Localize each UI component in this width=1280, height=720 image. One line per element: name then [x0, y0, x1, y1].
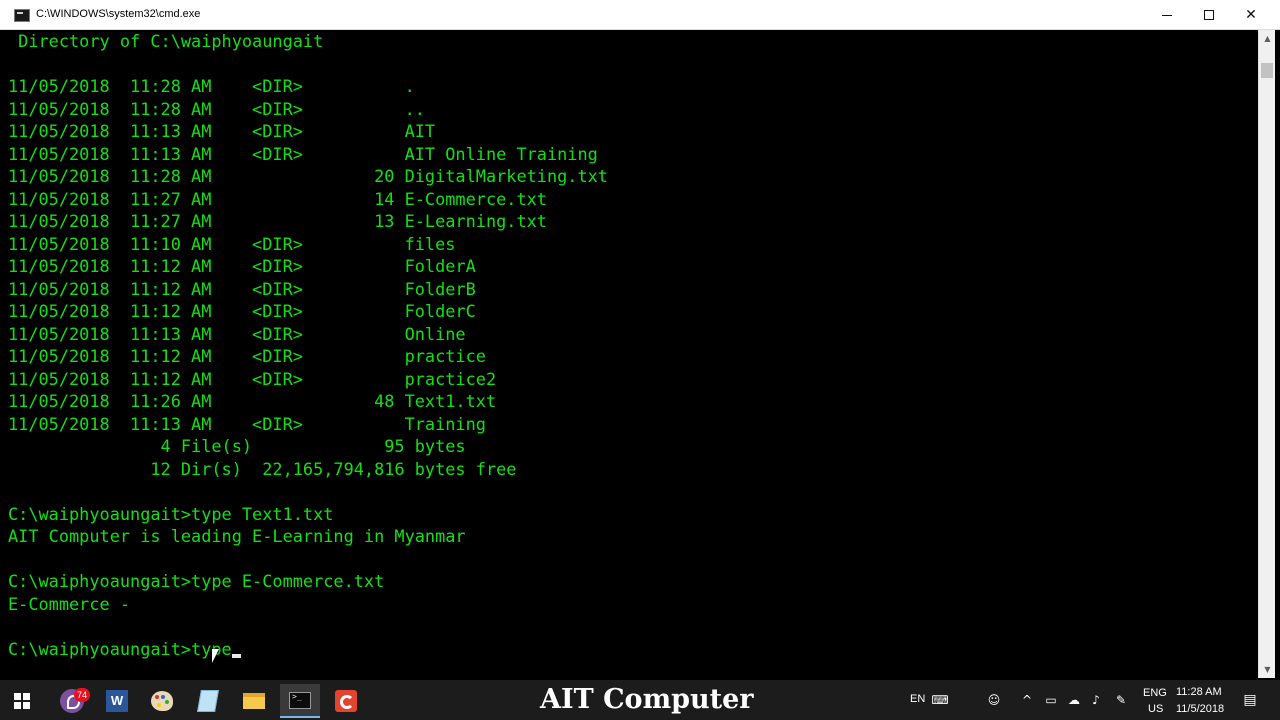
console-line: 11/05/2018 11:12 AM <DIR> FolderA	[8, 256, 476, 276]
console-line: AIT Computer is leading E-Learning in My…	[8, 526, 466, 546]
maximize-button[interactable]	[1186, 0, 1232, 30]
taskbar-viber[interactable]: 74	[52, 684, 92, 718]
language-code[interactable]: ENG	[1143, 687, 1167, 699]
taskbar-word[interactable]: W	[97, 684, 137, 718]
console-line: 4 File(s) 95 bytes	[8, 436, 466, 456]
pen-icon[interactable]: ✎	[1113, 692, 1129, 708]
battery-icon[interactable]: ▭	[1043, 692, 1059, 708]
volume-icon[interactable]: ♪	[1088, 692, 1104, 708]
vertical-scrollbar[interactable]: ▲ ▼	[1258, 30, 1275, 678]
console-output[interactable]: Directory of C:\waiphyoaungait 11/05/2018…	[0, 30, 1258, 678]
clock-date[interactable]: 11/5/2018	[1176, 703, 1224, 715]
console-line: 11/05/2018 11:13 AM <DIR> Online	[8, 323, 466, 344]
console-line: 11/05/2018 11:27 AM 13 E-Learning.txt	[8, 211, 547, 231]
console-line: 11/05/2018 11:28 AM <DIR> .	[8, 76, 415, 96]
language-region[interactable]: US	[1148, 703, 1163, 715]
windows-start-icon	[14, 693, 30, 709]
console-line: Directory of C:\waiphyoaungait	[8, 31, 324, 51]
window-title: C:\WINDOWS\system32\cmd.exe	[36, 8, 201, 20]
notification-center-icon[interactable]: ▤	[1240, 692, 1260, 708]
close-icon: ✕	[1245, 7, 1257, 23]
taskbar-command-prompt[interactable]	[280, 684, 320, 718]
paint-icon	[151, 691, 173, 711]
command-prompt-icon	[289, 691, 311, 709]
console-line: E-Commerce -	[8, 593, 131, 614]
keyboard-icon[interactable]: ⌨	[931, 692, 948, 708]
file-explorer-icon	[243, 693, 265, 709]
red-app-icon	[335, 690, 357, 712]
people-icon[interactable]: ☺	[986, 692, 1002, 708]
input-language-indicator[interactable]: EN	[910, 693, 925, 705]
taskbar-notepad[interactable]	[188, 684, 228, 718]
start-button[interactable]	[2, 684, 42, 718]
clock-time[interactable]: 11:28 AM	[1176, 686, 1222, 698]
taskbar-paint[interactable]	[142, 684, 182, 718]
taskbar-file-explorer[interactable]	[234, 684, 274, 718]
word-icon: W	[106, 690, 128, 712]
console-line: 11/05/2018 11:13 AM <DIR> AIT	[8, 121, 436, 141]
minimize-icon	[1162, 14, 1172, 16]
console-line: 11/05/2018 11:28 AM 20 DigitalMarketing.…	[8, 166, 608, 186]
console-line: C:\waiphyoaungait>type	[8, 638, 232, 659]
console-line: 11/05/2018 11:10 AM <DIR> files	[8, 233, 456, 254]
cmd-window-icon[interactable]	[14, 9, 30, 22]
tray-chevron-icon[interactable]: ^	[1020, 692, 1034, 708]
console-line: C:\waiphyoaungait>type Text1.txt	[8, 503, 334, 524]
console-line: 11/05/2018 11:27 AM 14 E-Commerce.txt	[8, 188, 547, 209]
console-line: 11/05/2018 11:12 AM <DIR> FolderB	[8, 278, 476, 299]
console-line: 11/05/2018 11:26 AM 48 Text1.txt	[8, 391, 497, 411]
console-line: C:\waiphyoaungait>type E-Commerce.txt	[8, 571, 385, 591]
minimize-button[interactable]	[1144, 0, 1190, 30]
close-button[interactable]: ✕	[1228, 0, 1274, 30]
console-line: 11/05/2018 11:13 AM <DIR> AIT Online Tra…	[8, 143, 598, 164]
notification-badge: 74	[74, 688, 90, 702]
text-cursor	[232, 653, 242, 658]
brand-overlay: AIT Computer	[540, 684, 754, 715]
scroll-thumb[interactable]	[1261, 63, 1273, 78]
taskbar-red-app[interactable]	[326, 684, 366, 718]
notepad-icon	[197, 690, 219, 712]
console-line: 11/05/2018 11:12 AM <DIR> practice	[8, 346, 486, 366]
window-title-bar[interactable]: C:\WINDOWS\system32\cmd.exe ✕	[0, 0, 1280, 30]
console-line: 12 Dir(s) 22,165,794,816 bytes free	[8, 458, 517, 479]
onedrive-icon[interactable]: ☁	[1066, 692, 1082, 708]
maximize-icon	[1204, 10, 1214, 20]
console-line: 11/05/2018 11:12 AM <DIR> practice2	[8, 368, 497, 389]
scroll-down-button[interactable]: ▼	[1259, 661, 1276, 678]
scroll-up-button[interactable]: ▲	[1259, 30, 1276, 47]
console-line: 11/05/2018 11:13 AM <DIR> Training	[8, 413, 486, 434]
console-line: 11/05/2018 11:28 AM <DIR> ..	[8, 98, 425, 119]
mouse-pointer-icon	[212, 649, 219, 663]
console-line: 11/05/2018 11:12 AM <DIR> FolderC	[8, 301, 476, 321]
